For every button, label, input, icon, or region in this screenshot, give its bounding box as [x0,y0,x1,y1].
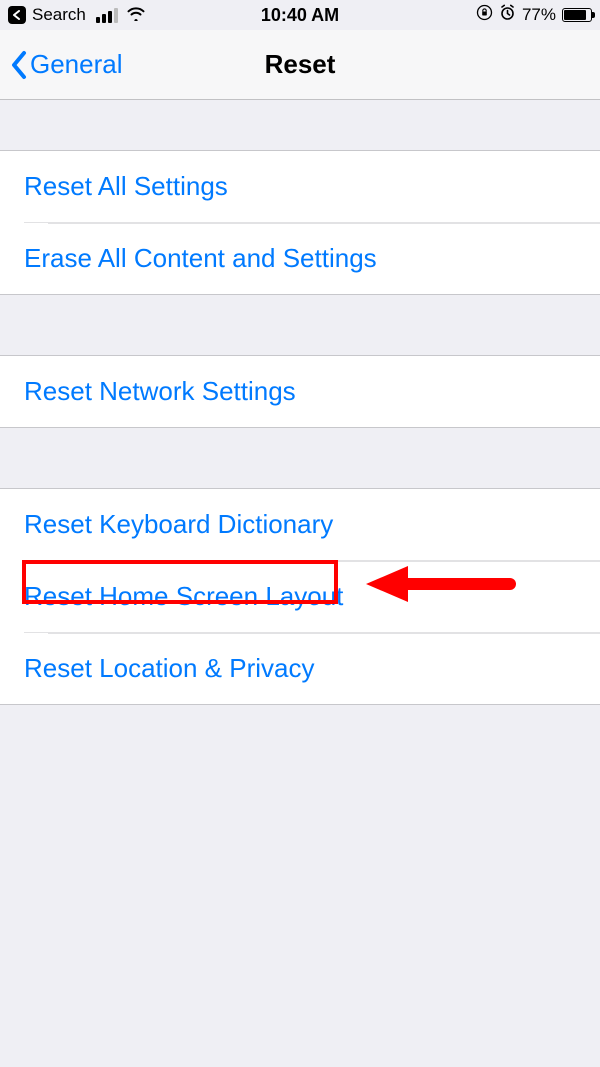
settings-group-1: Reset All Settings Erase All Content and… [0,150,600,295]
wifi-icon [126,5,146,26]
back-button-label: General [30,49,123,80]
alarm-icon [499,4,516,26]
status-bar-right: 77% [476,4,592,26]
row-label: Reset Keyboard Dictionary [24,509,333,539]
battery-percentage: 77% [522,5,556,25]
spacer [0,295,600,355]
settings-group-3: Reset Keyboard Dictionary Reset Home Scr… [0,488,600,705]
reset-location-privacy-row[interactable]: Reset Location & Privacy [24,632,600,704]
row-label: Reset All Settings [24,171,228,201]
row-label: Reset Network Settings [24,376,296,406]
spacer [0,428,600,488]
erase-all-content-row[interactable]: Erase All Content and Settings [24,222,600,294]
row-label: Reset Location & Privacy [24,653,314,683]
reset-home-screen-layout-row[interactable]: Reset Home Screen Layout [24,560,600,632]
spacer [0,100,600,150]
row-label: Erase All Content and Settings [24,243,377,273]
back-to-app-label[interactable]: Search [32,5,86,25]
back-button[interactable]: General [0,49,123,80]
reset-keyboard-dictionary-row[interactable]: Reset Keyboard Dictionary [0,489,600,560]
back-to-app-icon[interactable] [8,6,26,24]
orientation-lock-icon [476,4,493,26]
chevron-left-icon [10,50,28,80]
navigation-bar: General Reset [0,30,600,100]
row-label: Reset Home Screen Layout [24,581,343,611]
page-title: Reset [265,49,336,80]
cellular-signal-icon [96,8,118,23]
status-bar: Search 10:40 AM 77 [0,0,600,30]
reset-all-settings-row[interactable]: Reset All Settings [0,151,600,222]
settings-group-2: Reset Network Settings [0,355,600,428]
battery-icon [562,8,592,22]
reset-network-settings-row[interactable]: Reset Network Settings [0,356,600,427]
status-bar-time: 10:40 AM [261,5,339,26]
status-bar-left: Search [8,5,146,26]
